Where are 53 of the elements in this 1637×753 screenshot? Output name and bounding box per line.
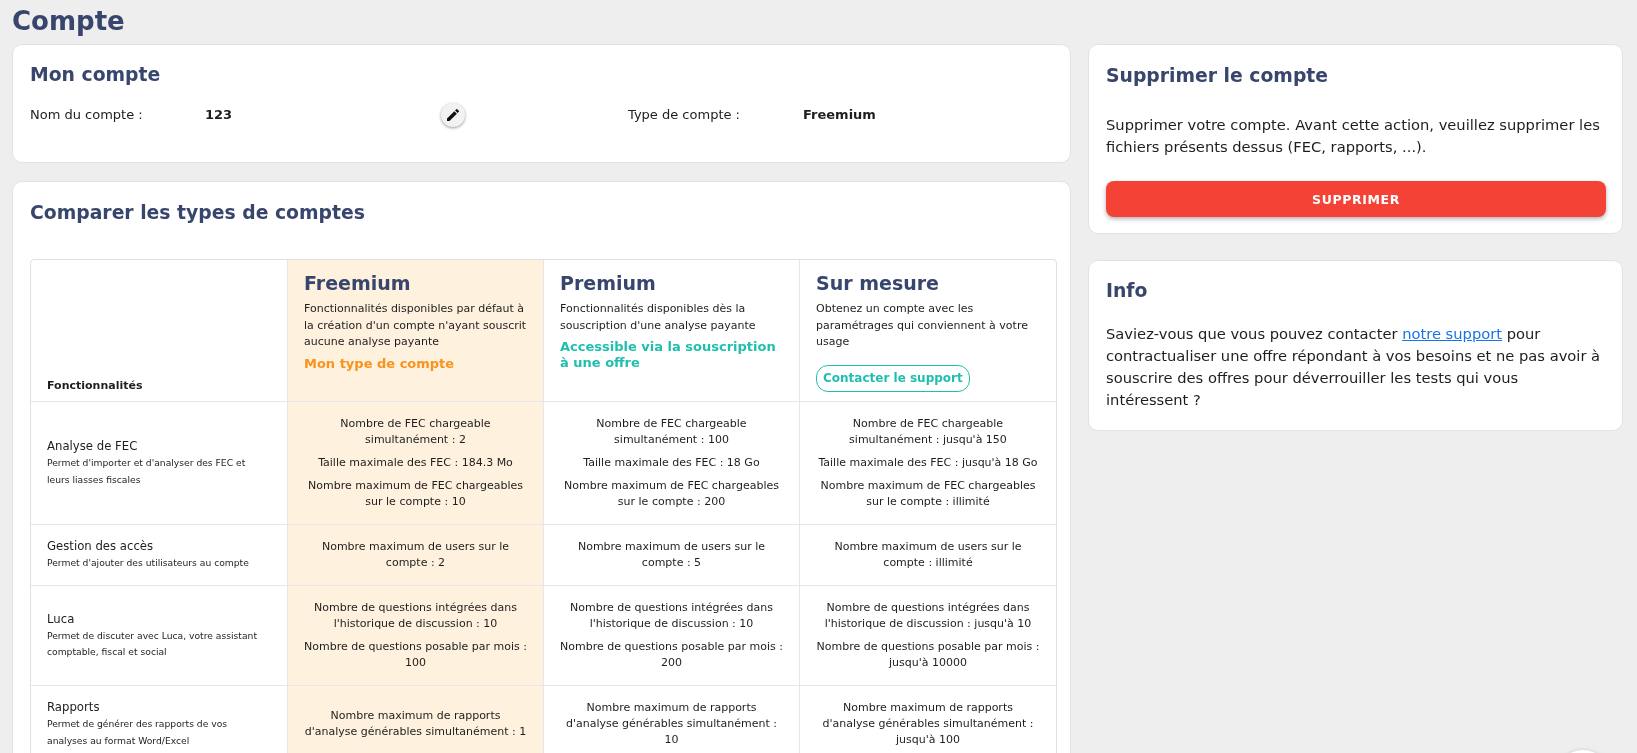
plan-description: Fonctionnalités disponibles par défaut à la création d'un compte n'ayant souscrit aucune analyse payante [304,301,527,350]
plan-description: Fonctionnalités disponibles dès la souscription d'une analyse payante [560,301,757,334]
availability-note: Accessible via la souscription à une offre [560,339,777,371]
limit-text: Nombre maximum de users sur le compte : illimité [833,538,1023,571]
limit-text: Taille maximale des FEC : jusqu'à 18 Go [817,454,1039,471]
feature-description: Permet de discuter avec Luca, votre assistant comptable, fiscal et social [47,628,258,659]
limit-text: Nombre maximum de rapports d'analyse générables simultanément : 10 [564,699,779,748]
info-text: Saviez-vous que vous pouvez contacter notre support pour contractualiser une offre répondant à vos besoins et ne pas avoir à souscrire des offres pour déverrouiller les tests qui vous intéressent ? [1106,324,1602,410]
current-plan-label: Mon type de compte [304,355,456,372]
limit-text: Nombre de questions posable par mois : 200 [559,638,784,671]
card-title: Comparer les types de comptes [30,201,366,225]
limit-text: Nombre maximum de users sur le compte : 5 [576,538,767,571]
plan-name: Premium [560,271,657,295]
limit-text: Nombre maximum de rapports d'analyse générables simultanément : 1 [303,707,528,740]
feature-description: Permet d'importer et d'analyser des FEC et leurs liasses fiscales [47,456,247,487]
pencil-icon [447,109,459,121]
delete-description: Supprimer votre compte. Avant cette action, veuillez supprimer les fichiers présents dessus (FEC, rapports, ...). [1106,115,1601,157]
limit-text: Nombre de FEC chargeable simultanément : 2 [339,415,492,448]
limit-text: Nombre maximum de users sur le compte : 2 [320,538,511,571]
field-value: 123 [205,106,234,124]
limit-text: Nombre maximum de rapports d'analyse générables simultanément : jusqu'à 100 [821,699,1035,748]
card-title: Mon compte [30,63,162,87]
support-link[interactable]: notre support [1402,325,1502,342]
feature-description: Permet de générer des rapports de vos analyses au format Word/Excel [47,717,229,748]
page-title: Compte [12,5,126,38]
field-label: Nom du compte : [30,106,144,124]
limit-text: Nombre maximum de FEC chargeables sur le compte : illimité [819,477,1037,510]
delete-button[interactable]: SUPPRIMER [1106,181,1606,217]
feature-name: Analyse de FEC [47,438,139,455]
limit-text: Nombre de questions posable par mois : 100 [303,638,528,671]
contact-support-button[interactable]: Contacter le support [816,364,970,392]
limit-text: Nombre de questions intégrées dans l'historique de discussion : 10 [313,599,518,632]
plan-description: Obtenez un compte avec les paramétrages qui conviennent à votre usage [816,301,1029,350]
field-value: Freemium [803,106,876,124]
limit-text: Nombre maximum de FEC chargeables sur le compte : 200 [563,477,780,510]
card-title: Supprimer le compte [1106,64,1330,88]
limit-text: Taille maximale des FEC : 184.3 Mo [317,454,514,471]
limit-text: Nombre maximum de FEC chargeables sur le compte : 10 [307,477,524,510]
limit-text: Nombre de questions intégrées dans l'historique de discussion : jusqu'à 10 [823,599,1033,632]
feature-name: Luca [47,610,76,628]
edit-button[interactable] [441,103,465,127]
plan-name: Freemium [304,271,412,295]
feature-name: Rapports [47,699,101,716]
card-title: Info [1106,279,1149,303]
limit-text: Nombre de FEC chargeable simultanément : jusqu'à 150 [848,415,1008,448]
limit-text: Taille maximale des FEC : 18 Go [582,454,761,471]
feature-description: Permet d'ajouter des utilisateurs au compte [47,556,250,571]
limit-text: Nombre de questions intégrées dans l'historique de discussion : 10 [569,599,774,632]
feature-name: Gestion des accès [47,538,155,556]
field-label: Type de compte : [628,106,741,124]
limit-text: Nombre de FEC chargeable simultanément : 100 [595,415,748,448]
limit-text: Nombre de questions posable par mois : jusqu'à 10000 [815,638,1041,671]
plan-name: Sur mesure [816,271,940,295]
